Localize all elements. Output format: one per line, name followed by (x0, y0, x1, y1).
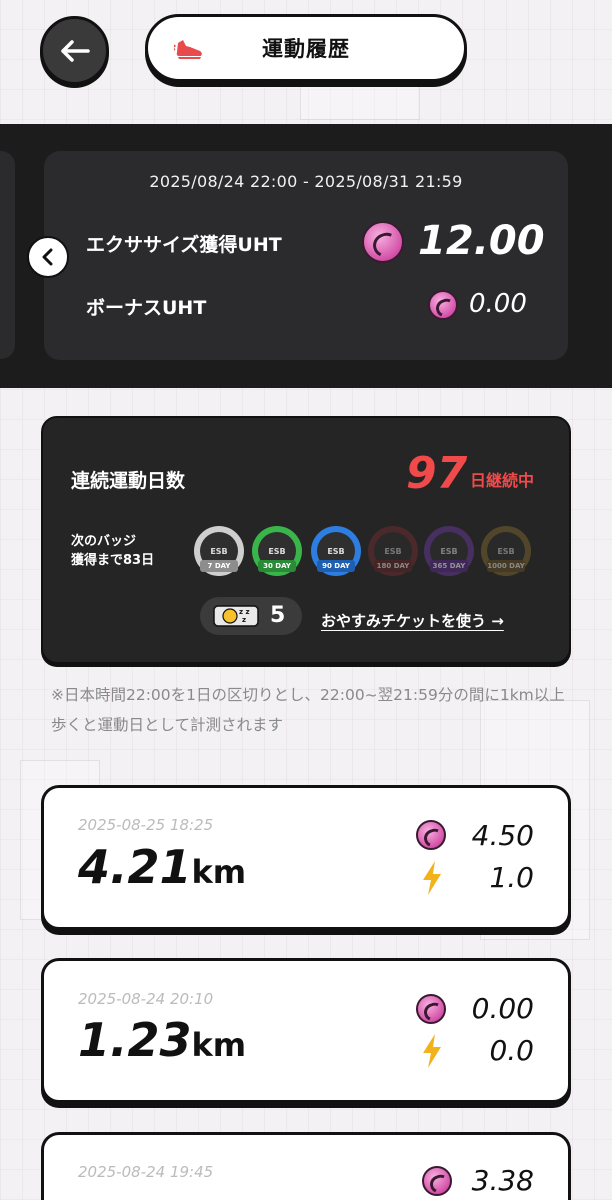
history-distance: 1.23km (78, 1013, 247, 1067)
lightning-bolt-icon (423, 1034, 441, 1068)
history-energy: 1.0 (489, 861, 534, 894)
page-title-pill: 運動履歴 (145, 14, 467, 82)
history-uht: 3.38 (471, 1164, 534, 1197)
chevron-left-icon (42, 248, 53, 266)
use-rest-ticket-link[interactable]: おやすみチケットを使う → (321, 610, 504, 631)
svg-text:z: z (242, 616, 246, 624)
svg-text:z z: z z (239, 608, 250, 616)
history-uht: 4.50 (471, 819, 534, 852)
running-shoe-icon (174, 40, 202, 59)
history-energy: 0.0 (489, 1034, 534, 1067)
streak-note: ※日本時間22:00を1日の区切りとし、22:00~翌21:59分の間に1km以… (51, 686, 565, 734)
next-badge-text: 次のバッジ 獲得まで83日 (71, 534, 155, 568)
history-date: 2025-08-24 19:45 (78, 1163, 214, 1181)
history-uht: 0.00 (471, 992, 534, 1025)
sleep-ticket-icon: z z z (213, 605, 259, 627)
exercise-uht-label: エクササイズ獲得UHT (86, 234, 282, 256)
history-distance: 4.21km (78, 840, 247, 894)
uht-coin-icon (362, 221, 404, 263)
page-title: 運動履歴 (262, 37, 350, 61)
bonus-uht-amount: 0.00 (469, 289, 527, 319)
bonus-uht-label: ボーナスUHT (86, 297, 207, 319)
badge-90-day: ESB 90 DAY (311, 526, 361, 576)
streak-unit: 日継続中 (470, 471, 535, 490)
streak-label: 連続運動日数 (71, 470, 186, 492)
lightning-bolt-icon (423, 861, 441, 895)
period-range: 2025/08/24 22:00 - 2025/08/31 21:59 (149, 172, 463, 191)
uht-coin-icon (428, 290, 458, 320)
badge-365-day: ESB 365 DAY (424, 526, 474, 576)
badge-1000-day: ESB 1000 DAY (481, 526, 531, 576)
exercise-uht-amount: 12.00 (418, 218, 545, 264)
previous-period-button[interactable] (27, 236, 69, 278)
rest-ticket-count: 5 (270, 603, 286, 628)
badge-7-day: ESB 7 DAY (194, 526, 244, 576)
uht-coin-icon (416, 820, 446, 850)
arrow-left-icon (60, 39, 90, 62)
uht-coin-icon (416, 994, 446, 1024)
streak-days: 97 (406, 448, 468, 499)
history-date: 2025-08-25 18:25 (78, 816, 214, 834)
badge-30-day: ESB 30 DAY (252, 526, 302, 576)
history-date: 2025-08-24 20:10 (78, 990, 214, 1008)
badge-180-day: ESB 180 DAY (368, 526, 418, 576)
back-button[interactable] (40, 16, 109, 85)
